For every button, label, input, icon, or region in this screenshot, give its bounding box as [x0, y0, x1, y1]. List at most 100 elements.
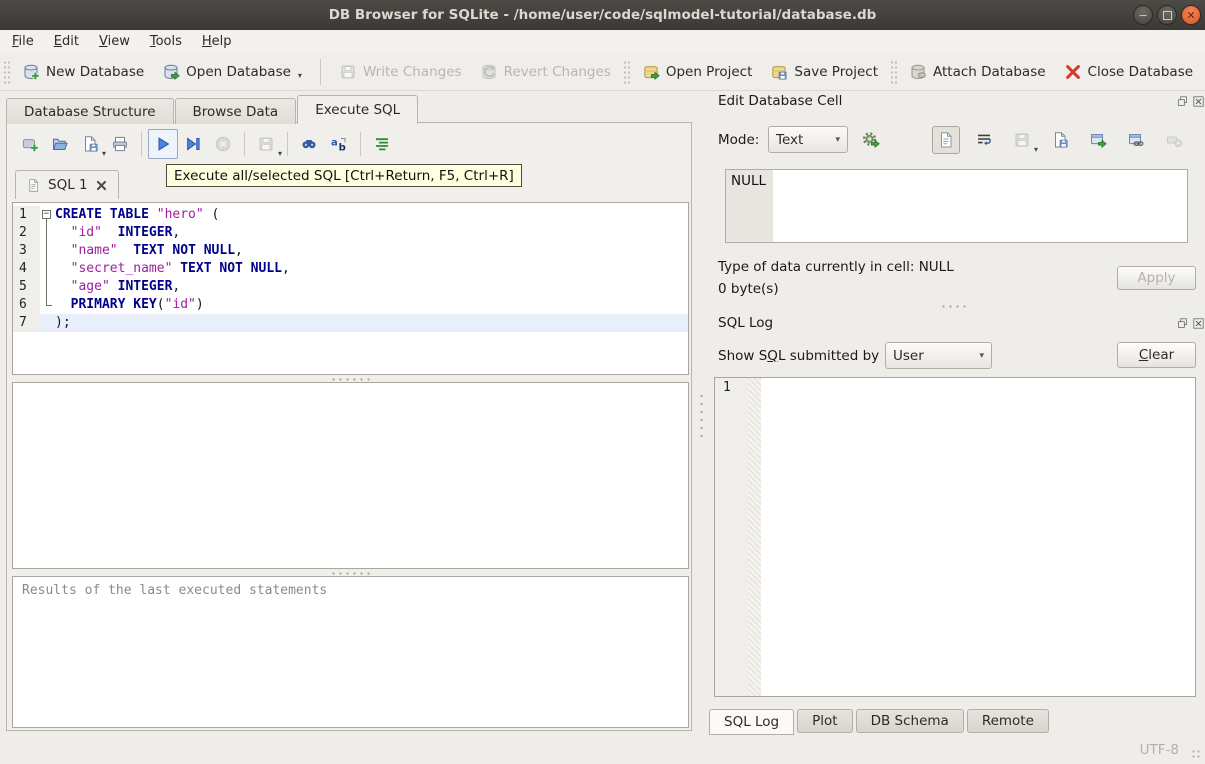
- toolbar-separator: [244, 132, 245, 156]
- new-sql-tab-button[interactable]: [15, 129, 45, 159]
- stop-execution-button[interactable]: [208, 129, 238, 159]
- code-line: 1− CREATE TABLE "hero" (: [13, 206, 688, 224]
- minimize-icon[interactable]: −: [1133, 5, 1153, 25]
- svg-text:a: a: [331, 138, 338, 149]
- splitter-left-right[interactable]: [699, 392, 704, 438]
- sql-code-editor[interactable]: 1− CREATE TABLE "hero" (2 "id" INTEGER, 3 …: [12, 202, 689, 375]
- edit-cell-dock-icons: [1176, 95, 1205, 108]
- cell-set-null-icon: [1165, 131, 1183, 149]
- fold-collapse-icon[interactable]: −: [42, 210, 51, 219]
- close-icon[interactable]: [1192, 317, 1205, 330]
- save-project-button[interactable]: Save Project: [761, 59, 887, 85]
- apply-button-label: Apply: [1137, 270, 1176, 286]
- find-replace-icon: ab: [330, 135, 348, 154]
- close-icon[interactable]: [1192, 95, 1205, 108]
- resize-grip-icon[interactable]: [1191, 749, 1201, 759]
- log-filter-select[interactable]: User ▾: [885, 342, 992, 369]
- cell-open-external-button[interactable]: [1084, 126, 1112, 154]
- code-line: 7);: [13, 314, 688, 332]
- fold-margin[interactable]: −: [40, 206, 55, 224]
- attach-database-button[interactable]: Attach Database: [900, 59, 1055, 85]
- cell-text-view-button[interactable]: [932, 126, 960, 154]
- auto-format-button[interactable]: [367, 129, 397, 159]
- menu-view[interactable]: View: [89, 32, 140, 51]
- cell-export-icon: [1051, 131, 1069, 149]
- toolbar-separator: [141, 132, 142, 156]
- open-sql-file-icon: [51, 135, 69, 153]
- close-icon[interactable]: ✕: [1181, 5, 1201, 25]
- find-text-button[interactable]: [294, 129, 324, 159]
- close-database-button[interactable]: Close Database: [1055, 59, 1202, 85]
- save-sql-file-button[interactable]: ▾: [75, 129, 106, 159]
- menu-bar: File Edit View Tools Help: [0, 30, 1205, 53]
- new-sql-tab-icon: [21, 135, 39, 153]
- titlebar[interactable]: DB Browser for SQLite - /home/user/code/…: [0, 0, 1205, 31]
- toolbar-button-label: Save Project: [794, 63, 878, 80]
- mode-select[interactable]: Text ▾: [768, 126, 848, 153]
- execute-line-button[interactable]: [178, 129, 208, 159]
- execute-sql-tooltip: Execute all/selected SQL [Ctrl+Return, F…: [166, 164, 522, 187]
- dock-tab-db-schema[interactable]: DB Schema: [855, 709, 964, 733]
- log-filter-label: Show SQL submitted by: [718, 348, 880, 364]
- maximize-icon[interactable]: [1157, 5, 1177, 25]
- cell-word-wrap-button[interactable]: [970, 126, 998, 154]
- cell-import-button[interactable]: ▾: [1008, 126, 1038, 155]
- window-controls: − ✕: [1133, 5, 1201, 25]
- cell-set-null-button[interactable]: [1160, 126, 1188, 154]
- cell-print-button[interactable]: [1198, 126, 1205, 154]
- code-line: 5 "age" INTEGER,: [13, 278, 688, 296]
- toolbar-separator: [319, 58, 321, 85]
- find-replace-button[interactable]: ab: [324, 129, 354, 159]
- open-database-button[interactable]: Open Database ▾: [153, 59, 311, 85]
- write-changes-button[interactable]: Write Changes: [330, 59, 471, 85]
- cell-value-editor[interactable]: NULL: [725, 169, 1188, 243]
- open-sql-file-button[interactable]: [45, 129, 75, 159]
- tab-database-structure[interactable]: Database Structure: [6, 98, 174, 124]
- cell-word-wrap-icon: [975, 131, 993, 149]
- revert-changes-button[interactable]: Revert Changes: [471, 59, 620, 85]
- execute-all-button[interactable]: [148, 129, 178, 159]
- dock-tab-sql-log[interactable]: SQL Log: [709, 709, 795, 735]
- cell-insert-link-button[interactable]: [1122, 126, 1150, 154]
- line-number: 7: [13, 314, 40, 332]
- dock-tab-remote[interactable]: Remote: [966, 709, 1049, 733]
- results-grid-pane[interactable]: [12, 382, 689, 569]
- print-sql-button[interactable]: [105, 129, 135, 159]
- dropdown-caret-icon[interactable]: ▾: [278, 149, 282, 159]
- cell-type-info: Type of data currently in cell: NULL: [718, 259, 954, 275]
- new-database-button[interactable]: New Database: [13, 59, 153, 85]
- code-line: 4 "secret_name" TEXT NOT NULL,: [13, 260, 688, 278]
- line-number: 6: [13, 296, 40, 314]
- menu-tools[interactable]: Tools: [140, 32, 192, 51]
- sql-log-view[interactable]: 1: [714, 377, 1196, 697]
- splitter-docks[interactable]: [940, 305, 968, 308]
- float-icon[interactable]: [1176, 95, 1189, 108]
- log-fold-margin: [748, 378, 761, 696]
- sql-document-tab[interactable]: SQL 1: [15, 170, 119, 199]
- tab-execute-sql[interactable]: Execute SQL: [297, 95, 419, 124]
- dock-tab-plot[interactable]: Plot: [797, 709, 853, 733]
- log-line-number: 1: [715, 378, 748, 696]
- messages-placeholder: Results of the last executed statements: [22, 583, 328, 598]
- code-text: CREATE TABLE "hero" (: [55, 206, 688, 224]
- main-toolbar: New Database Open Database ▾ Write Changes R…: [0, 53, 1205, 91]
- clear-log-button[interactable]: Clear: [1117, 342, 1196, 368]
- cell-export-button[interactable]: [1046, 126, 1074, 154]
- fold-margin: [40, 242, 55, 260]
- messages-pane[interactable]: Results of the last executed statements: [12, 576, 689, 728]
- dropdown-caret-icon[interactable]: ▾: [1034, 145, 1038, 155]
- apply-mode-icon[interactable]: [857, 126, 885, 154]
- float-icon[interactable]: [1176, 317, 1189, 330]
- svg-text:b: b: [339, 143, 346, 154]
- open-project-button[interactable]: Open Project: [633, 59, 762, 85]
- menu-help[interactable]: Help: [192, 32, 242, 51]
- menu-edit[interactable]: Edit: [44, 32, 89, 51]
- apply-button[interactable]: Apply: [1117, 266, 1196, 290]
- save-results-icon: [257, 135, 275, 153]
- tab-close-icon[interactable]: [95, 179, 108, 192]
- dropdown-caret-icon[interactable]: ▾: [298, 71, 302, 81]
- revert-changes-icon: [480, 63, 498, 81]
- menu-file[interactable]: File: [2, 32, 44, 51]
- save-results-button[interactable]: ▾: [251, 129, 282, 159]
- tab-browse-data[interactable]: Browse Data: [174, 98, 297, 124]
